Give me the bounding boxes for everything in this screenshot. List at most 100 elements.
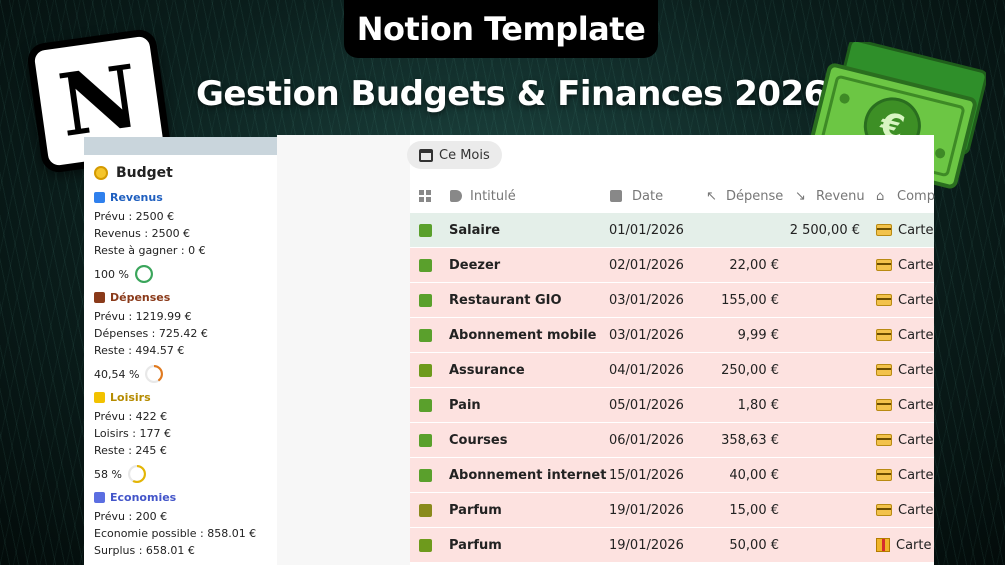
section-line: Economie possible : 858.01 €	[94, 527, 257, 540]
row-expense: 40,00 €	[729, 467, 779, 483]
budget-section: Loisirs Prévu : 422 € Loisirs : 177 € Rest…	[94, 391, 277, 483]
row-date: 01/01/2026	[609, 222, 684, 238]
row-account: Carte	[876, 468, 933, 483]
row-account: Carte	[876, 223, 933, 238]
view-tab-label: Ce Mois	[439, 147, 490, 163]
table-row[interactable]: Abonnement mobile 03/01/2026 9,99 € Cart…	[410, 318, 934, 353]
grid-icon	[419, 190, 431, 202]
row-account-label: Carte	[896, 537, 932, 553]
budget-heading: Budget	[94, 165, 277, 181]
bank-icon: ⌂	[876, 188, 885, 204]
row-status-icon[interactable]	[419, 363, 432, 377]
credit-card-icon	[876, 364, 892, 376]
tag-icon	[450, 190, 462, 202]
table-row[interactable]: Courses 06/01/2026 358,63 € Carte	[410, 423, 934, 458]
table-row[interactable]: Abonnement internet 15/01/2026 40,00 € C…	[410, 458, 934, 493]
row-status-icon[interactable]	[419, 328, 432, 342]
section-progress: 40,54 %	[94, 365, 277, 383]
row-name: Deezer	[449, 257, 501, 273]
section-line: Prévu : 1219.99 €	[94, 310, 192, 323]
row-account-label: Carte	[898, 292, 934, 308]
credit-card-icon	[876, 294, 892, 306]
row-income: 2 500,00 €	[789, 222, 860, 238]
header-expense[interactable]: Dépense	[726, 189, 783, 204]
budget-section: Economies Prévu : 200 € Economie possible…	[94, 491, 277, 559]
header-income[interactable]: Revenu	[816, 189, 865, 204]
table-row[interactable]: Deezer 02/01/2026 22,00 € Carte	[410, 248, 934, 283]
row-date: 19/01/2026	[609, 502, 684, 518]
progress-ring-icon	[145, 365, 164, 383]
main-table-panel: Ce Mois Intitulé Date ↖ Dépense ↘ Revenu…	[277, 135, 935, 565]
row-account: Carte	[876, 398, 933, 413]
row-account-label: Carte	[898, 397, 934, 413]
row-status-icon[interactable]	[419, 223, 432, 237]
row-date: 06/01/2026	[609, 432, 684, 448]
row-expense: 9,99 €	[737, 327, 779, 343]
section-progress: 58 %	[94, 465, 277, 483]
row-status-icon[interactable]	[419, 258, 432, 272]
credit-card-icon	[876, 399, 892, 411]
table-row[interactable]: Restaurant GIO 03/01/2026 155,00 € Carte	[410, 283, 934, 318]
calendar-icon	[419, 148, 433, 162]
section-progress: 100 %	[94, 265, 277, 283]
row-account: Carte	[876, 503, 933, 518]
section-color-icon	[94, 192, 105, 203]
header-date[interactable]: Date	[632, 189, 663, 204]
table-row[interactable]: Parfum 19/01/2026 15,00 € Carte	[410, 493, 934, 528]
table-row[interactable]: Assurance 04/01/2026 250,00 € Carte	[410, 353, 934, 388]
row-expense: 155,00 €	[721, 292, 779, 308]
gift-icon	[876, 538, 890, 552]
section-line: Dépenses : 725.42 €	[94, 327, 208, 340]
table-row[interactable]: Pain 05/01/2026 1,80 € Carte	[410, 388, 934, 423]
row-expense: 15,00 €	[729, 502, 779, 518]
row-status-icon[interactable]	[419, 538, 432, 552]
row-account-label: Carte	[898, 432, 934, 448]
section-line: Loisirs : 177 €	[94, 427, 171, 440]
header-account[interactable]: Comp	[897, 189, 935, 204]
row-status-icon[interactable]	[419, 503, 432, 517]
row-status-icon[interactable]	[419, 293, 432, 307]
row-account: Carte	[876, 293, 933, 308]
row-date: 15/01/2026	[609, 467, 684, 483]
row-account: Carte	[876, 363, 933, 378]
arrow-up-left-icon: ↖	[706, 188, 717, 204]
date-icon	[610, 190, 622, 202]
row-account-label: Carte	[898, 502, 934, 518]
section-title: Revenus	[94, 191, 277, 204]
progress-percent: 40,54 %	[94, 367, 140, 381]
row-account-label: Carte	[898, 222, 934, 238]
ghost-column	[277, 135, 410, 565]
row-account: Carte	[876, 433, 933, 448]
banner-title: Notion Template	[356, 10, 646, 48]
header-name[interactable]: Intitulé	[470, 189, 516, 204]
section-line: Prévu : 200 €	[94, 510, 168, 523]
row-account: Carte	[876, 328, 933, 343]
budget-heading-label: Budget	[116, 165, 173, 181]
budget-section: Dépenses Prévu : 1219.99 € Dépenses : 725…	[94, 291, 277, 383]
row-name: Salaire	[449, 222, 501, 238]
section-title-label: Economies	[110, 491, 177, 504]
row-date: 19/01/2026	[609, 537, 684, 553]
row-date: 04/01/2026	[609, 362, 684, 378]
section-color-icon	[94, 392, 105, 403]
credit-card-icon	[876, 224, 892, 236]
budget-section: Revenus Prévu : 2500 € Revenus : 2500 € Re…	[94, 191, 277, 283]
row-status-icon[interactable]	[419, 468, 432, 482]
row-status-icon[interactable]	[419, 433, 432, 447]
arrow-down-right-icon: ↘	[795, 188, 806, 204]
section-title: Dépenses	[94, 291, 277, 304]
progress-ring-icon	[134, 265, 153, 283]
view-tab-this-month[interactable]: Ce Mois	[407, 141, 502, 169]
table-row[interactable]: Salaire 01/01/2026 2 500,00 € Carte	[410, 213, 934, 248]
section-title: Economies	[94, 491, 277, 504]
row-date: 05/01/2026	[609, 397, 684, 413]
row-expense: 50,00 €	[729, 537, 779, 553]
credit-card-icon	[876, 469, 892, 481]
transactions-table: Intitulé Date ↖ Dépense ↘ Revenu ⌂ Comp …	[410, 179, 935, 563]
row-status-icon[interactable]	[419, 398, 432, 412]
progress-percent: 58 %	[94, 467, 122, 481]
table-row[interactable]: Parfum 19/01/2026 50,00 € Carte	[410, 528, 934, 563]
row-name: Abonnement internet	[449, 467, 607, 483]
section-title-label: Revenus	[110, 191, 163, 204]
row-account-label: Carte	[898, 257, 934, 273]
